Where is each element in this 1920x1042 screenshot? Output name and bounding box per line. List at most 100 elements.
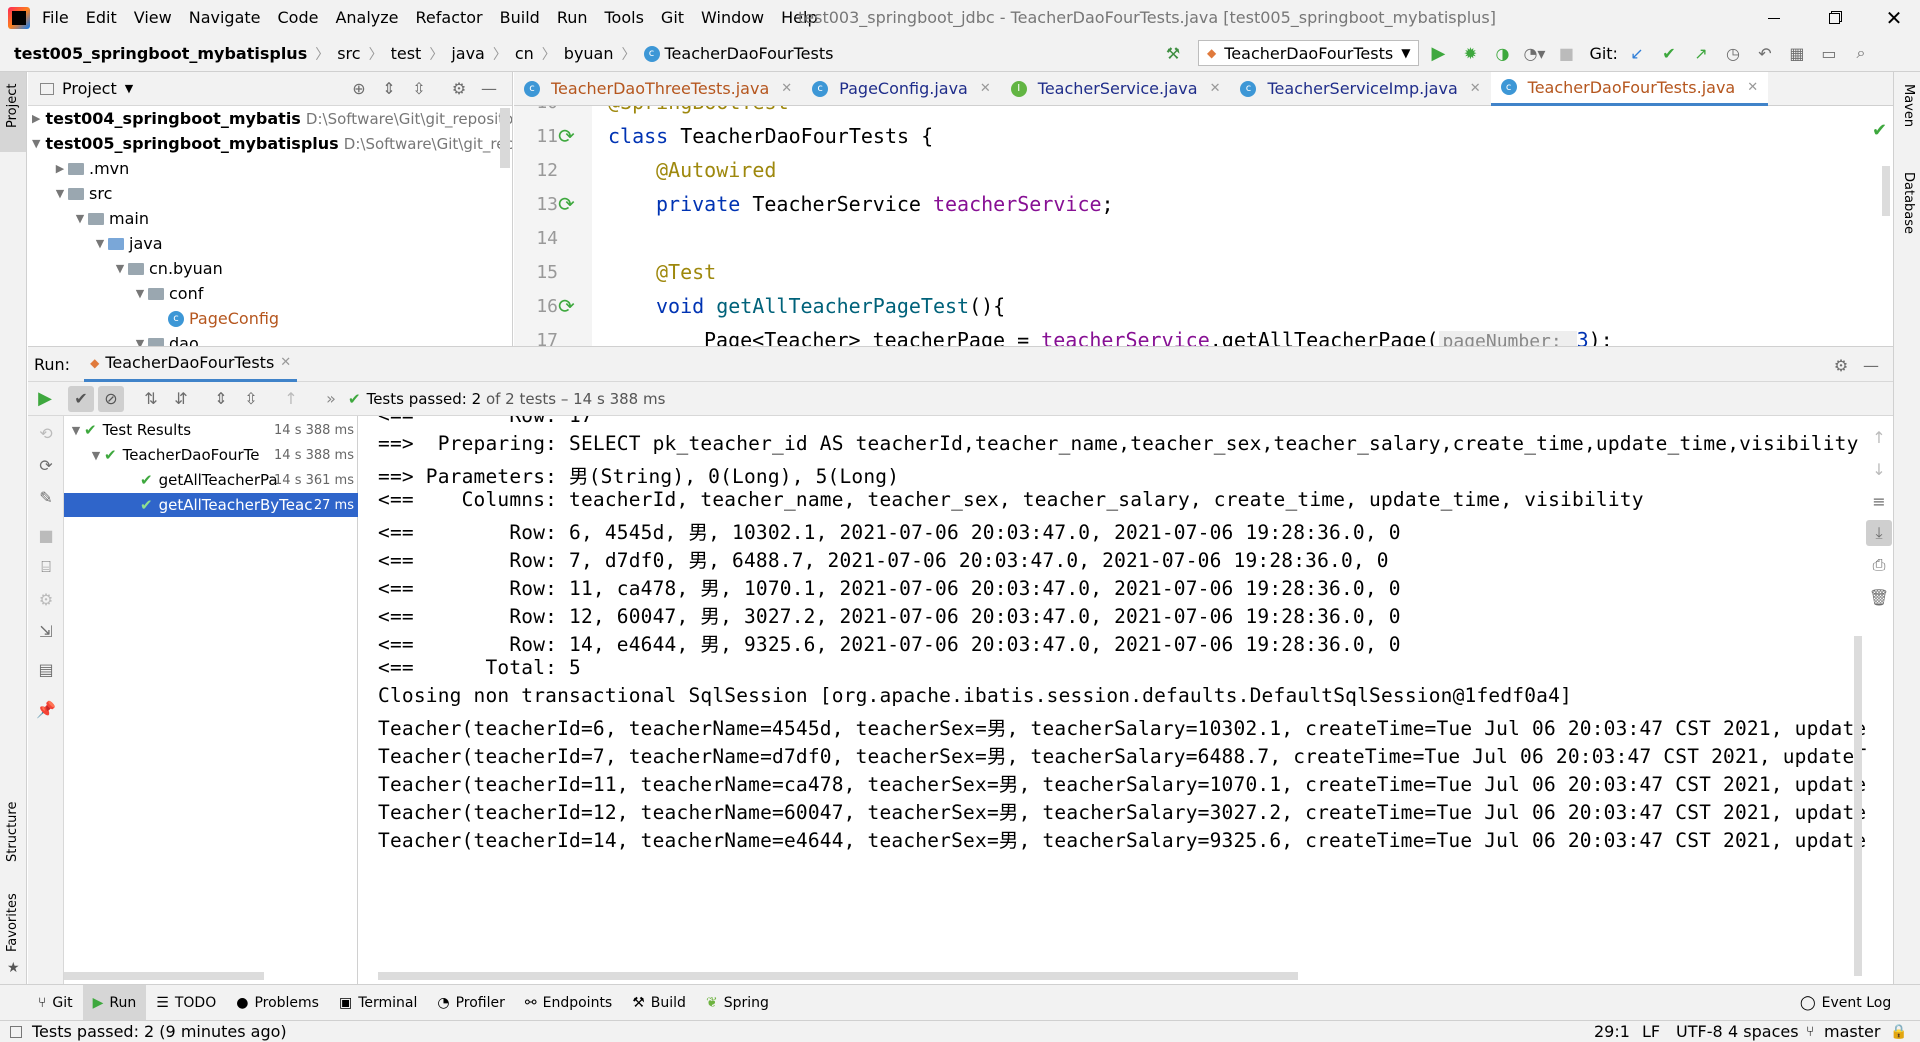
hide-panel-icon[interactable]: — bbox=[476, 76, 502, 102]
spring-tool-button[interactable]: ❦ Spring bbox=[696, 985, 779, 1021]
locate-icon[interactable]: ⊕ bbox=[346, 76, 372, 102]
tab-teacherservice[interactable]: I TeacherService.java ✕ bbox=[1001, 72, 1231, 106]
tree-item-main[interactable]: ▼ main bbox=[28, 206, 512, 231]
up-arrow-icon[interactable]: ↑ bbox=[1866, 424, 1892, 450]
more-icon[interactable]: » bbox=[318, 386, 344, 412]
git-push-icon[interactable]: ↗ bbox=[1688, 40, 1714, 66]
structure-tool-label[interactable]: Structure bbox=[5, 802, 20, 862]
breadcrumb-src[interactable]: src bbox=[337, 44, 360, 63]
close-icon[interactable]: ✕ bbox=[1210, 81, 1221, 96]
breadcrumb-java[interactable]: java bbox=[451, 44, 485, 63]
project-structure-icon[interactable]: ▦ bbox=[1784, 40, 1810, 66]
sort-alpha-icon[interactable]: ⇅ bbox=[138, 386, 164, 412]
git-commit-icon[interactable]: ✔ bbox=[1656, 40, 1682, 66]
git-rollback-icon[interactable]: ↶ bbox=[1752, 40, 1778, 66]
wrench-icon[interactable]: ✎ bbox=[33, 484, 59, 510]
tree-item-java[interactable]: ▼ java bbox=[28, 231, 512, 256]
restore-button[interactable] bbox=[1804, 0, 1864, 36]
tree-item-mvn[interactable]: ▶ .mvn bbox=[28, 156, 512, 181]
test-method-item[interactable]: ✔ getAllTeacherPa 14 s 361 ms bbox=[64, 468, 358, 492]
test-method-item-selected[interactable]: ✔ getAllTeacherByTeac 27 ms bbox=[64, 493, 358, 517]
problems-tool-button[interactable]: ● Problems bbox=[226, 985, 329, 1021]
expand-all-icon[interactable]: ⇕ bbox=[376, 76, 402, 102]
breadcrumb-project[interactable]: test005_springboot_mybatisplus bbox=[14, 44, 307, 63]
console-horizontal-scrollbar[interactable] bbox=[378, 972, 1298, 980]
down-arrow-icon[interactable]: ↓ bbox=[1866, 456, 1892, 482]
menu-code[interactable]: Code bbox=[278, 8, 319, 27]
debug-icon[interactable]: ✹ bbox=[1457, 40, 1483, 66]
test-results-root[interactable]: ▼ ✔ Test Results 14 s 388 ms bbox=[64, 418, 358, 442]
stop-icon[interactable]: ■ bbox=[33, 522, 59, 548]
git-branch[interactable]: master bbox=[1824, 1022, 1880, 1041]
soft-wrap-icon[interactable]: ≡ bbox=[1866, 488, 1892, 514]
menu-edit[interactable]: Edit bbox=[86, 8, 117, 27]
menu-file[interactable]: File bbox=[42, 8, 69, 27]
run-test-gutter-icon[interactable]: ⟳ bbox=[558, 124, 575, 148]
console-vertical-scrollbar[interactable] bbox=[1854, 636, 1862, 976]
tree-item-test004[interactable]: ▶ test004_springboot_mybatis D:\Software\… bbox=[28, 106, 512, 131]
maven-tool-label[interactable]: Maven bbox=[1901, 84, 1916, 127]
code-editor[interactable]: 10 11 12 13 14 15 16 17 ⟳ ⟳ ⟳ @SpringBoo… bbox=[514, 106, 1893, 346]
run-test-gutter-icon[interactable]: ⟳ bbox=[558, 294, 575, 318]
todo-tool-button[interactable]: ☰ TODO bbox=[146, 985, 226, 1021]
tree-item-conf[interactable]: ▼ conf bbox=[28, 281, 512, 306]
rerun-failed-icon[interactable]: ⟲ bbox=[33, 420, 59, 446]
terminal-tool-button[interactable]: ▣ Terminal bbox=[329, 985, 427, 1021]
close-icon[interactable]: ✕ bbox=[280, 355, 291, 370]
menu-navigate[interactable]: Navigate bbox=[189, 8, 261, 27]
git-history-icon[interactable]: ◷ bbox=[1720, 40, 1746, 66]
tree-item-dao[interactable]: ▼ dao bbox=[28, 331, 512, 346]
test-tree-scrollbar[interactable] bbox=[64, 972, 264, 980]
event-log-button[interactable]: ◯ Event Log bbox=[1790, 985, 1901, 1021]
rerun-icon[interactable]: ▶ bbox=[32, 386, 58, 412]
stop-icon[interactable]: ■ bbox=[1553, 40, 1579, 66]
camera-icon[interactable]: ⌸ bbox=[33, 554, 59, 580]
trash-icon[interactable]: 🗑 bbox=[1866, 584, 1892, 610]
sort-duration-icon[interactable]: ⇵ bbox=[168, 386, 194, 412]
line-separator[interactable]: LF bbox=[1642, 1022, 1660, 1041]
hide-panel-icon[interactable]: — bbox=[1858, 352, 1884, 378]
indent-setting[interactable]: 4 spaces bbox=[1728, 1022, 1799, 1041]
tree-item-pageconfig[interactable]: c PageConfig bbox=[28, 306, 512, 331]
import-tests-icon[interactable]: ⚙ bbox=[33, 586, 59, 612]
status-toggle-icon[interactable] bbox=[10, 1025, 22, 1038]
build-hammer-icon[interactable]: ⚒ bbox=[1160, 40, 1186, 66]
run-tool-button[interactable]: ▶ Run bbox=[82, 984, 147, 1021]
tree-item-cn-byuan[interactable]: ▼ cn.byuan bbox=[28, 256, 512, 281]
expand-all-icon[interactable]: ⇕ bbox=[208, 386, 234, 412]
tab-pageconfig[interactable]: c PageConfig.java ✕ bbox=[802, 72, 1001, 106]
profiler-tool-button[interactable]: ◔ Profiler bbox=[427, 985, 515, 1021]
editor-scrollbar[interactable] bbox=[1882, 166, 1890, 216]
show-ignored-icon[interactable]: ⊘ bbox=[98, 385, 124, 412]
bean-gutter-icon[interactable]: ⟳ bbox=[558, 192, 575, 216]
favorites-tool-label[interactable]: Favorites bbox=[5, 893, 20, 952]
show-passed-icon[interactable]: ✔ bbox=[68, 385, 94, 412]
previous-test-icon[interactable]: ↑ bbox=[278, 386, 304, 412]
menu-analyze[interactable]: Analyze bbox=[335, 8, 398, 27]
search-icon[interactable]: ⌕ bbox=[1848, 40, 1874, 66]
gear-icon[interactable]: ⚙ bbox=[1828, 352, 1854, 378]
tab-teacherdaothreetests[interactable]: c TeacherDaoThreeTests.java ✕ bbox=[514, 72, 802, 106]
presentation-icon[interactable]: ▭ bbox=[1816, 40, 1842, 66]
project-panel-title[interactable]: Project bbox=[62, 79, 117, 98]
menu-build[interactable]: Build bbox=[500, 8, 540, 27]
breadcrumb-byuan[interactable]: byuan bbox=[564, 44, 614, 63]
test-class-item[interactable]: ▼ ✔ TeacherDaoFourTe 14 s 388 ms bbox=[64, 443, 358, 467]
git-tool-button[interactable]: ⑂ Git bbox=[28, 985, 83, 1021]
print-icon[interactable]: ⎙ bbox=[1866, 552, 1892, 578]
tree-item-test005[interactable]: ▼ test005_springboot_mybatisplus D:\Softw… bbox=[28, 131, 512, 156]
pin-icon[interactable]: 📌 bbox=[33, 696, 59, 722]
close-window-button[interactable]: ✕ bbox=[1864, 0, 1920, 36]
run-icon[interactable]: ▶ bbox=[1425, 40, 1451, 66]
close-icon[interactable]: ✕ bbox=[781, 81, 792, 96]
coverage-icon[interactable]: ◑ bbox=[1489, 40, 1515, 66]
breadcrumb-test[interactable]: test bbox=[391, 44, 422, 63]
build-tool-button[interactable]: ⚒ Build bbox=[622, 985, 696, 1021]
project-scrollbar[interactable] bbox=[500, 108, 510, 168]
profile-icon[interactable]: ◔▾ bbox=[1521, 40, 1547, 66]
tree-item-src[interactable]: ▼ src bbox=[28, 181, 512, 206]
close-icon[interactable]: ✕ bbox=[980, 81, 991, 96]
toggle-auto-test-icon[interactable]: ⟳ bbox=[33, 452, 59, 478]
run-tab[interactable]: ◆ TeacherDaoFourTests ✕ bbox=[84, 347, 298, 382]
menu-tools[interactable]: Tools bbox=[605, 8, 644, 27]
